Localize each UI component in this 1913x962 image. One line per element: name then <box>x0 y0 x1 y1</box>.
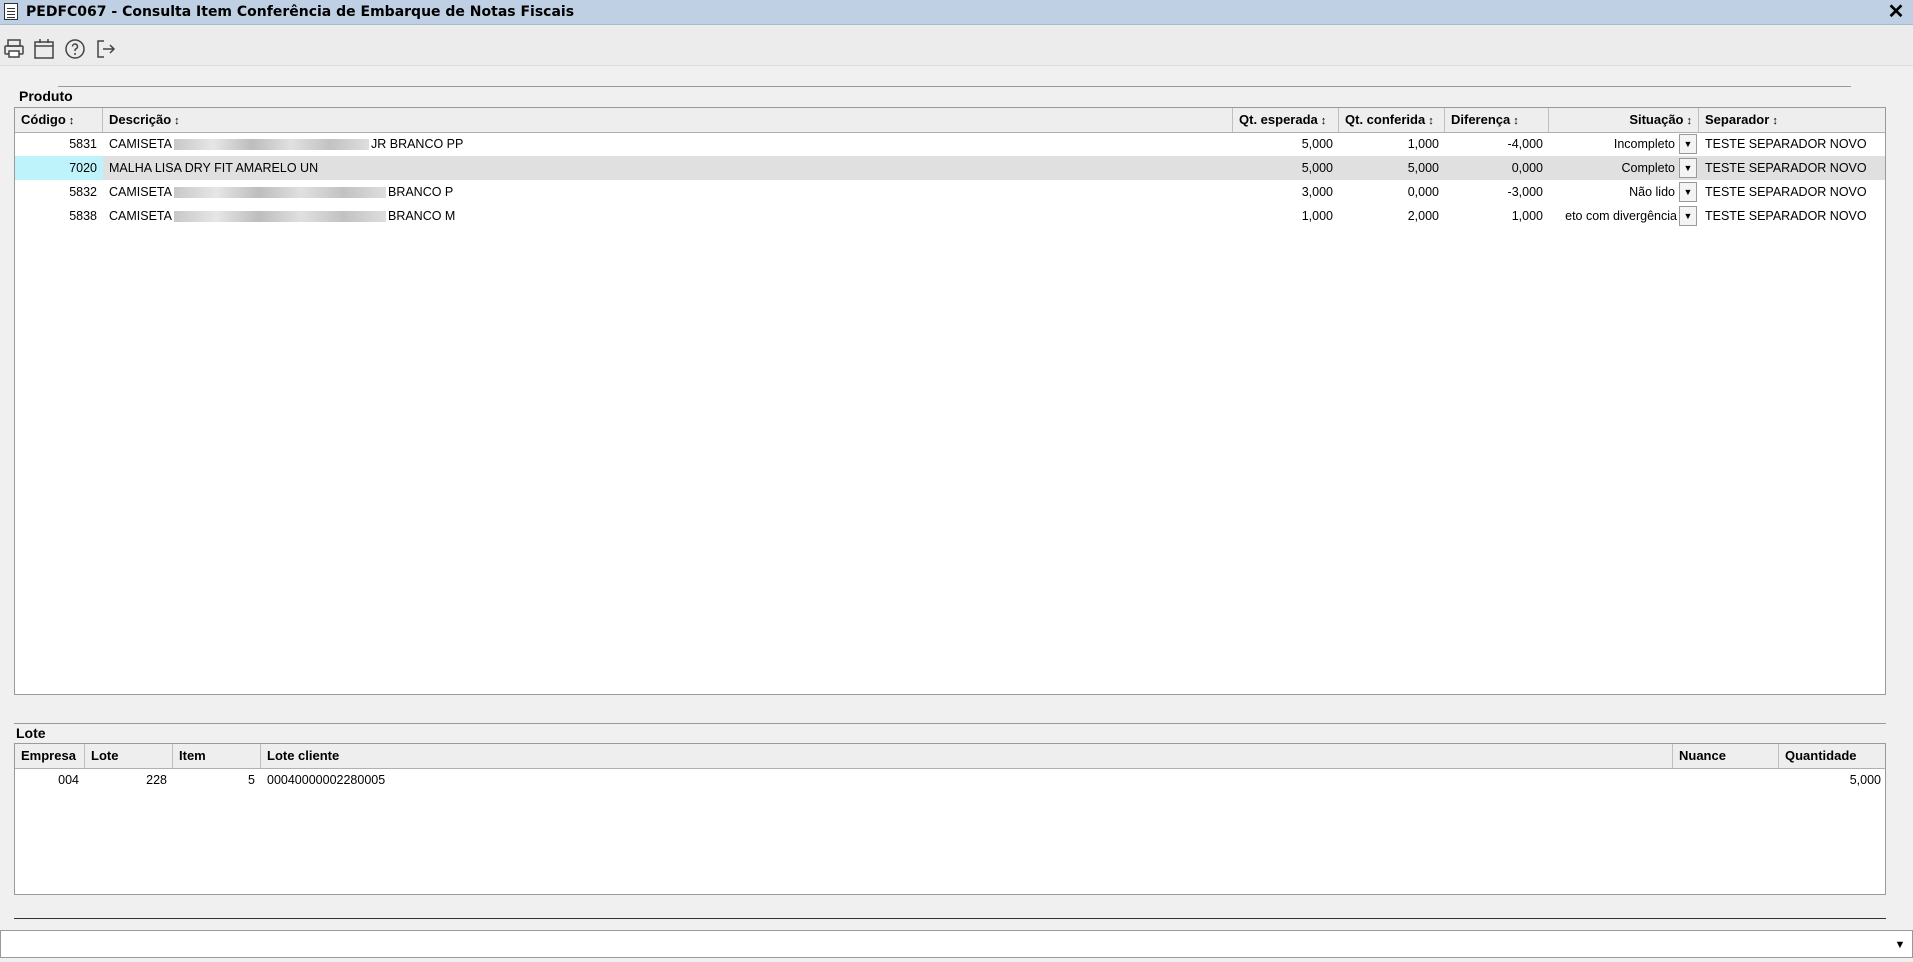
cell-descricao: CAMISETA BRANCO M <box>109 209 456 223</box>
cell-lote: 228 <box>146 773 167 787</box>
col-header-qt-conferida[interactable]: Qt. conferida ↕ <box>1339 108 1445 132</box>
cell-codigo: 5838 <box>69 209 97 223</box>
cell-descricao: CAMISETA JR BRANCO PP <box>109 137 464 151</box>
help-button[interactable] <box>63 37 87 61</box>
produto-grid-header: Código ↕ Descrição ↕ Qt. esperada ↕ Qt. con… <box>15 108 1885 133</box>
cell-qt-conferida: 5,000 <box>1407 161 1439 175</box>
title-bar: PEDFC067 - Consulta Item Conferência de … <box>0 0 1913 25</box>
cell-separador: TESTE SEPARADOR NOVO <box>1705 185 1867 199</box>
cell-qt-esperada: 5,000 <box>1301 161 1333 175</box>
table-row[interactable]: 004 228 5 00040000002280005 5,000 <box>15 768 1885 792</box>
col-header-qt-esperada[interactable]: Qt. esperada ↕ <box>1233 108 1339 132</box>
sort-icon: ↕ <box>1513 115 1519 127</box>
col-header-lote-cliente[interactable]: Lote cliente <box>261 744 1673 768</box>
cell-codigo: 5832 <box>69 185 97 199</box>
cell-qt-conferida: 2,000 <box>1407 209 1439 223</box>
chevron-down-icon: ▼ <box>1683 211 1693 221</box>
status-combobox[interactable]: ▼ <box>0 930 1913 958</box>
chevron-down-icon: ▼ <box>1683 139 1693 149</box>
cell-diferenca: 1,000 <box>1511 209 1543 223</box>
col-header-diferenca[interactable]: Diferença ↕ <box>1445 108 1549 132</box>
table-row[interactable]: 5831 CAMISETA JR BRANCO PP 5,000 1,000 -4… <box>15 132 1885 156</box>
lote-grid-header: Empresa Lote Item Lote cliente Nuance Qu… <box>15 744 1885 769</box>
sort-icon: ↕ <box>1428 115 1434 127</box>
bottom-separator <box>14 918 1886 919</box>
lote-separator <box>14 723 1886 724</box>
cell-descricao: MALHA LISA DRY FIT AMARELO UN <box>109 161 319 175</box>
cell-diferenca: -4,000 <box>1507 137 1543 151</box>
document-icon <box>4 3 18 20</box>
cell-nuance <box>1673 768 1779 792</box>
cell-qt-esperada: 3,000 <box>1301 185 1333 199</box>
close-button[interactable]: ✕ <box>1885 1 1907 23</box>
col-header-situacao[interactable]: Situação ↕ <box>1549 108 1699 132</box>
cell-empresa: 004 <box>58 773 79 787</box>
table-row-selected[interactable]: 7020 MALHA LISA DRY FIT AMARELO UN 5,000… <box>15 156 1885 180</box>
situacao-dropdown[interactable]: ▼ <box>1679 134 1697 154</box>
lote-section-label: Lote <box>16 725 46 741</box>
exit-icon <box>97 40 116 58</box>
cell-separador: TESTE SEPARADOR NOVO <box>1705 209 1867 223</box>
cell-situacao: eto com divergência <box>1565 209 1677 223</box>
chevron-down-icon[interactable]: ▼ <box>1890 935 1910 955</box>
redacted-text <box>173 187 386 199</box>
col-header-item[interactable]: Item <box>173 744 261 768</box>
col-header-nuance[interactable]: Nuance <box>1673 744 1779 768</box>
chevron-down-icon: ▼ <box>1683 163 1693 173</box>
help-icon <box>65 39 85 59</box>
printer-icon <box>4 39 24 58</box>
cell-item: 5 <box>248 773 255 787</box>
cell-separador: TESTE SEPARADOR NOVO <box>1705 137 1867 151</box>
cell-situacao: Não lido <box>1629 185 1675 199</box>
cell-qt-conferida: 0,000 <box>1407 185 1439 199</box>
sort-icon: ↕ <box>174 115 180 127</box>
situacao-dropdown[interactable]: ▼ <box>1679 158 1697 178</box>
sort-icon: ↕ <box>1686 115 1693 127</box>
cell-situacao: Completo <box>1621 161 1676 175</box>
cell-qt-conferida: 1,000 <box>1407 137 1439 151</box>
sort-icon: ↕ <box>68 115 75 127</box>
cell-separador: TESTE SEPARADOR NOVO <box>1705 161 1867 175</box>
chevron-down-icon: ▼ <box>1683 187 1693 197</box>
table-row[interactable]: 5832 CAMISETA BRANCO P 3,000 0,000 -3,000… <box>15 180 1885 204</box>
redacted-text <box>173 211 386 223</box>
produto-section-label: Produto <box>19 88 73 104</box>
cell-codigo: 7020 <box>15 156 103 180</box>
col-header-descricao[interactable]: Descrição ↕ <box>103 108 1233 132</box>
situacao-dropdown[interactable]: ▼ <box>1679 182 1697 202</box>
cell-descricao: CAMISETA BRANCO P <box>109 185 454 199</box>
col-header-separador[interactable]: Separador ↕ <box>1699 108 1885 132</box>
calendar-button[interactable] <box>32 37 56 61</box>
cell-situacao: Incompleto <box>1613 137 1675 151</box>
produto-separator <box>58 86 1851 87</box>
window-title: PEDFC067 - Consulta Item Conferência de … <box>26 4 575 20</box>
exit-button[interactable] <box>94 37 118 61</box>
cell-qt-esperada: 1,000 <box>1301 209 1333 223</box>
cell-qt-esperada: 5,000 <box>1301 137 1333 151</box>
col-header-empresa[interactable]: Empresa <box>15 744 85 768</box>
sort-icon: ↕ <box>1320 115 1327 127</box>
produto-grid: Código ↕ Descrição ↕ Qt. esperada ↕ Qt. con… <box>14 107 1886 695</box>
col-header-quantidade[interactable]: Quantidade <box>1779 744 1885 768</box>
cell-quantidade: 5,000 <box>1849 773 1881 787</box>
table-row[interactable]: 5838 CAMISETA BRANCO M 1,000 2,000 1,000 … <box>15 204 1885 228</box>
col-header-codigo[interactable]: Código ↕ <box>15 108 103 132</box>
redacted-text <box>173 139 369 151</box>
lote-grid: Empresa Lote Item Lote cliente Nuance Qu… <box>14 743 1886 895</box>
cell-codigo: 5831 <box>69 137 97 151</box>
print-button[interactable] <box>2 37 26 61</box>
sort-icon: ↕ <box>1772 115 1778 127</box>
cell-diferenca: 0,000 <box>1511 161 1543 175</box>
cell-lote-cliente: 00040000002280005 <box>267 773 386 787</box>
cell-diferenca: -3,000 <box>1507 185 1543 199</box>
calendar-icon <box>34 39 54 59</box>
situacao-dropdown[interactable]: ▼ <box>1679 206 1697 226</box>
toolbar <box>0 25 1913 66</box>
col-header-lote[interactable]: Lote <box>85 744 173 768</box>
